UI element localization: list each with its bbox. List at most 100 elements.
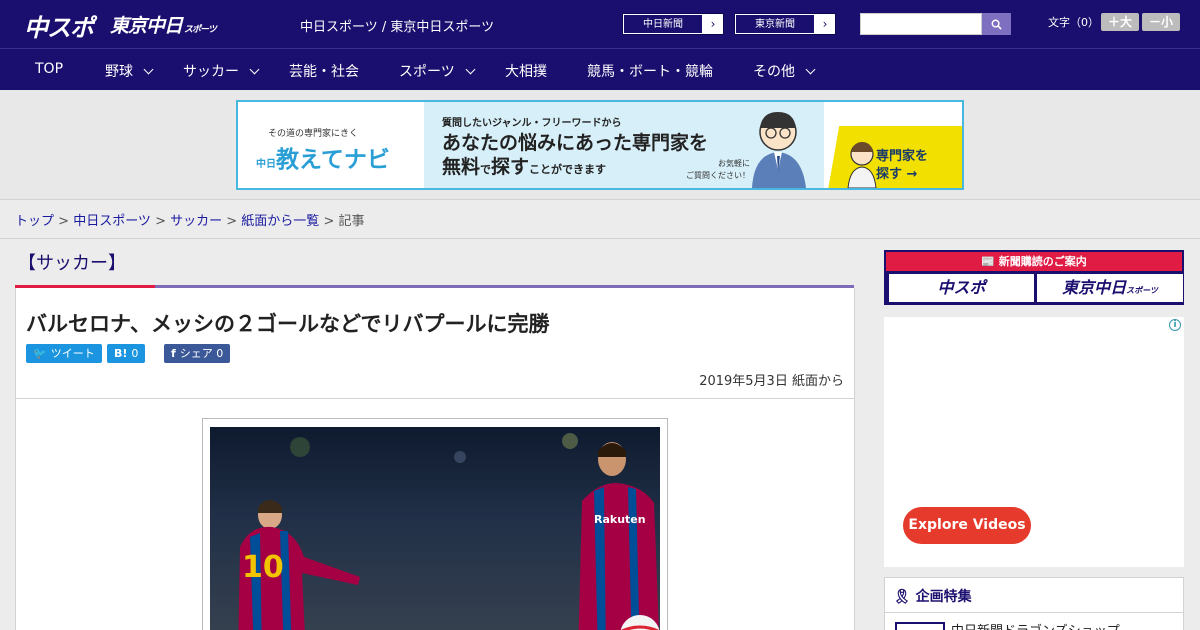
nav-item-sports[interactable]: スポーツ: [399, 61, 476, 81]
twitter-icon: 🐦: [33, 347, 47, 360]
banner-can: ことができます: [529, 163, 607, 176]
site-header: 中スポ 東京中日 スポーツ 中日スポーツ / 東京中日スポーツ 中日新聞 › 東京…: [0, 0, 1200, 48]
newspaper-icon: 📰: [981, 255, 999, 268]
nav-item-sumo[interactable]: 大相撲: [505, 61, 547, 81]
nav-item-entertainment[interactable]: 芸能・社会: [289, 61, 359, 81]
facebook-share-button[interactable]: f シェア 0: [164, 344, 231, 363]
chevron-right-icon: ›: [710, 17, 716, 31]
feature-item-link[interactable]: 中日新聞ドラゴンズショップ: [951, 620, 1120, 630]
tweet-label: ツイート: [50, 347, 95, 360]
ad-info-icon[interactable]: i: [1169, 319, 1181, 331]
main-nav: TOP 野球 サッカー 芸能・社会 スポーツ 大相撲 競馬・ボート・競輪 その他: [0, 48, 1200, 90]
banner-brand-small: 中日: [256, 159, 276, 170]
search-icon: [991, 19, 1002, 30]
article-photo-frame: 10 Rakuten: [202, 418, 668, 630]
tokyo-shimbun-label: 東京新聞: [735, 14, 815, 34]
tweet-button[interactable]: 🐦 ツイート: [26, 344, 102, 363]
breadcrumb-separator: >: [150, 214, 171, 229]
nav-item-label: TOP: [35, 61, 64, 77]
chevron-down-icon: [249, 64, 260, 75]
breadcrumb: トップ > 中日スポーツ > サッカー > 紙面から一覧 > 記事: [15, 210, 365, 229]
hatena-icon: B!: [114, 347, 128, 360]
article-card: バルセロナ、メッシの２ゴールなどでリバプールに完勝 🐦 ツイート B! 0 f シェア…: [15, 288, 855, 630]
breadcrumb-chunichi-sports[interactable]: 中日スポーツ: [73, 214, 151, 229]
search-button[interactable]: [982, 13, 1011, 35]
banner-cta-panel[interactable]: 専門家を探す →: [828, 126, 962, 188]
feature-divider: [885, 612, 1183, 613]
chunichi-shimbun-label: 中日新聞: [623, 14, 703, 34]
advisor-illustration: [752, 112, 806, 188]
video-ad: i Explore Videos: [884, 317, 1184, 567]
banner-cta: 専門家を探す →: [876, 148, 928, 184]
breadcrumb-current: 記事: [338, 214, 365, 229]
nav-item-soccer[interactable]: サッカー: [183, 61, 260, 81]
tokyo-chunichi-logo-small: スポーツ: [184, 25, 217, 35]
banner-brand-panel: その道の専門家にきく 中日教えてナビ: [238, 102, 424, 188]
explore-videos-button[interactable]: Explore Videos: [903, 507, 1031, 544]
feature-heading: 🎗 企画特集: [893, 586, 972, 606]
thinking-person-illustration: [847, 142, 877, 188]
breadcrumb-separator: >: [222, 214, 242, 229]
nav-item-racing[interactable]: 競馬・ボート・競輪: [587, 61, 713, 81]
nav-item-label: 大相撲: [505, 64, 547, 80]
breadcrumb-soccer[interactable]: サッカー: [170, 214, 222, 229]
chevron-down-icon: [143, 64, 154, 75]
hatena-bookmark-button[interactable]: B! 0: [107, 344, 146, 363]
subscription-heading: 📰 新聞購読のご案内: [886, 252, 1182, 271]
subscribe-tokyo-chunichi-small: スポーツ: [1126, 286, 1158, 295]
feature-thumbnail[interactable]: [895, 622, 945, 630]
facebook-share-count: 0: [216, 347, 224, 360]
nav-item-label: 芸能・社会: [289, 64, 359, 80]
feature-box: 🎗 企画特集 中日新聞ドラゴンズショップ: [884, 577, 1184, 630]
tokyo-chunichi-logo[interactable]: 東京中日 スポーツ: [110, 11, 217, 38]
nav-item-label: 競馬・ボート・競輪: [587, 64, 713, 80]
category-heading: 【サッカー】: [18, 253, 126, 274]
tokyo-chunichi-logo-text: 東京中日: [110, 15, 183, 37]
subscribe-chuspo-logo[interactable]: 中スポ: [889, 274, 1034, 302]
banner-cta2: 探す →: [876, 167, 918, 182]
nav-item-top[interactable]: TOP: [35, 61, 63, 77]
nav-item-label: 野球: [105, 64, 133, 80]
banner-message-panel: 質問したいジャンル・フリーワードから あなたの悩みにあった専門家を 無料で探すこ…: [424, 102, 824, 188]
nav-item-label: サッカー: [183, 64, 239, 80]
banner-brand-text: 教えてナビ: [276, 147, 390, 173]
article-dateline: 2019年5月3日 紙面から: [699, 370, 844, 389]
tokyo-shimbun-link[interactable]: 東京新聞 ›: [734, 13, 836, 35]
article-divider: [16, 398, 854, 399]
article-photo[interactable]: 10 Rakuten: [210, 427, 660, 630]
breadcrumb-separator: >: [319, 214, 339, 229]
nav-item-label: その他: [753, 64, 795, 80]
subscribe-tokyo-chunichi-logo[interactable]: 東京中日スポーツ: [1037, 274, 1183, 302]
svg-text:10: 10: [242, 550, 284, 585]
oshiete-navi-banner[interactable]: その道の専門家にきく 中日教えてナビ 質問したいジャンル・フリーワードから あな…: [236, 100, 964, 190]
hatena-count: 0: [131, 347, 139, 360]
banner-brand: 中日教えてナビ: [256, 140, 390, 174]
subscription-box[interactable]: 📰 新聞購読のご案内 中スポ 東京中日スポーツ: [884, 250, 1184, 305]
subscription-heading-text: 新聞購読のご案内: [998, 255, 1087, 268]
font-size-label: 文字（0）: [1048, 16, 1099, 29]
font-size-up-button[interactable]: ＋大: [1101, 13, 1139, 31]
nav-item-other[interactable]: その他: [753, 61, 816, 81]
article-headline: バルセロナ、メッシの２ゴールなどでリバプールに完勝: [26, 312, 550, 336]
article-source: 紙面から: [791, 374, 844, 389]
chuspo-logo[interactable]: 中スポ: [24, 8, 94, 43]
chevron-right-icon: ›: [822, 17, 828, 31]
chunichi-shimbun-link[interactable]: 中日新聞 ›: [622, 13, 724, 35]
banner-free: 無料: [442, 156, 481, 178]
svg-text:Rakuten: Rakuten: [594, 513, 646, 526]
subscribe-tokyo-chunichi-text: 東京中日: [1062, 278, 1127, 297]
facebook-icon: f: [171, 347, 176, 360]
breadcrumb-home[interactable]: トップ: [15, 214, 54, 229]
banner-de: で: [480, 163, 492, 176]
search-input[interactable]: [860, 13, 982, 35]
banner-tagline: その道の専門家にきく: [268, 129, 359, 139]
feature-heading-text: 企画特集: [915, 589, 972, 605]
nav-item-baseball[interactable]: 野球: [105, 61, 154, 81]
banner-cta1: 専門家を: [876, 149, 929, 164]
banner-search: 探す: [491, 156, 530, 178]
breadcrumb-paper-list[interactable]: 紙面から一覧: [241, 214, 319, 229]
chevron-down-icon: [465, 64, 476, 75]
font-size-down-button[interactable]: －小: [1142, 13, 1180, 31]
site-title[interactable]: 中日スポーツ / 東京中日スポーツ: [300, 16, 494, 35]
breadcrumb-separator: >: [54, 214, 74, 229]
